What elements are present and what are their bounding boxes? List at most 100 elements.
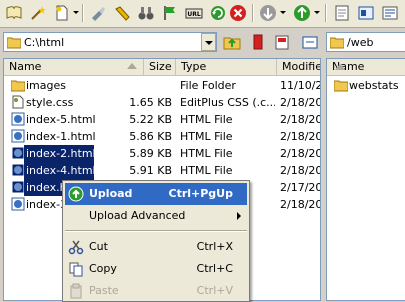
folder-icon	[334, 80, 348, 92]
html-file-icon	[11, 197, 25, 211]
book-icon[interactable]	[4, 3, 24, 23]
paste-icon	[70, 283, 82, 299]
new-file-icon[interactable]	[52, 3, 72, 23]
file-size: 5.86 KB	[129, 130, 172, 143]
file-size: 5.22 KB	[129, 113, 172, 126]
file-name: index-1.html	[26, 130, 96, 143]
html-file-icon	[11, 163, 25, 177]
file-name: index-4.html	[24, 162, 94, 179]
file-modified: 2/18/20	[280, 130, 320, 143]
menu-item-shortcut: Ctrl+V	[196, 284, 233, 297]
file-row[interactable]: index-2.html 5.89 KB HTML File 2/18/20	[4, 145, 320, 162]
remote-path-input[interactable]: /web	[326, 32, 405, 52]
menu-item-label: Upload	[89, 187, 133, 200]
delete-icon[interactable]	[248, 32, 268, 52]
menu-item-paste[interactable]: Paste Ctrl+V	[65, 280, 247, 302]
menu-item-shortcut: Ctrl+PgUp	[168, 187, 234, 200]
wand-icon[interactable]	[28, 3, 48, 23]
file-type: HTML File	[180, 113, 233, 126]
edit-icon[interactable]	[112, 3, 132, 23]
file-row[interactable]: index-4.html 5.91 KB HTML File 2/18/20	[4, 162, 320, 179]
html-file-icon	[11, 112, 25, 126]
file-name: index-5.html	[26, 113, 96, 126]
file-modified: 2/18/20	[280, 147, 320, 160]
menu-item-label: Copy	[89, 262, 117, 275]
column-header-name[interactable]: Name	[4, 59, 144, 76]
file-name: index-2.html	[24, 145, 94, 162]
file-name: style.css	[26, 96, 74, 109]
file-modified: 2/17/20	[280, 181, 320, 194]
file-modified: 2/18/20	[280, 164, 320, 177]
sync-icon[interactable]	[300, 32, 320, 52]
menu-item-upload[interactable]: Upload Ctrl+PgUp	[65, 183, 247, 205]
file-size: 5.89 KB	[129, 147, 172, 160]
file-type: HTML File	[180, 164, 233, 177]
file-size: 1.65 KB	[129, 96, 172, 109]
up-folder-icon[interactable]	[222, 32, 242, 52]
menu-item-label: Upload Advanced	[89, 209, 186, 222]
column-header-size[interactable]: Size	[144, 59, 176, 76]
file-row[interactable]: style.css 1.65 KB EditPlus CSS (.c... 2/…	[4, 94, 320, 111]
html-file-icon	[11, 129, 25, 143]
menu-item-shortcut: Ctrl+X	[196, 240, 233, 253]
file-type: HTML File	[180, 130, 233, 143]
chmod-icon[interactable]	[380, 3, 400, 23]
column-header-type[interactable]: Type	[176, 59, 277, 76]
copy-icon	[69, 262, 83, 277]
menu-item-label: Cut	[89, 240, 108, 253]
remote-file-name: webstats	[349, 79, 399, 92]
forward-icon[interactable]	[292, 3, 312, 23]
menu-separator	[65, 230, 247, 232]
submenu-arrow-icon	[237, 212, 241, 220]
file-modified: 11/10/2	[280, 79, 320, 92]
html-file-icon	[11, 180, 25, 194]
file-row[interactable]: images File Folder 11/10/2	[4, 77, 320, 94]
html-file-icon	[11, 146, 25, 160]
flashlight-icon[interactable]	[88, 3, 108, 23]
back-icon[interactable]	[258, 3, 278, 23]
file-row[interactable]: index-5.html 5.22 KB HTML File 2/18/20	[4, 111, 320, 128]
context-menu: Upload Ctrl+PgUp Upload Advanced Cut Ctr…	[62, 180, 250, 302]
folder-icon	[330, 37, 344, 49]
file-type: HTML File	[180, 147, 233, 160]
upload-icon	[68, 186, 84, 202]
file-modified: 2/18/20	[280, 113, 320, 126]
properties-icon[interactable]	[356, 3, 376, 23]
file-name: images	[26, 79, 66, 92]
file-size: 5.91 KB	[129, 164, 172, 177]
column-header-modified[interactable]: Modified	[277, 59, 320, 76]
bookmarks-icon[interactable]	[332, 3, 352, 23]
local-path-input[interactable]: C:\html	[3, 32, 217, 52]
sort-indicator-icon	[335, 64, 345, 70]
svg-text:URL: URL	[187, 11, 200, 18]
menu-item-label: Paste	[89, 284, 119, 297]
file-row[interactable]: index-1.html 5.86 KB HTML File 2/18/20	[4, 128, 320, 145]
folder-icon	[11, 80, 25, 92]
path-bar: C:\html /web	[0, 30, 405, 54]
flag-icon[interactable]	[160, 3, 180, 23]
stop-icon[interactable]	[228, 3, 248, 23]
sort-indicator-icon	[127, 63, 137, 69]
local-path-text: C:\html	[24, 35, 65, 49]
file-modified: 2/18/20	[280, 198, 320, 211]
remote-file-row[interactable]: webstats	[327, 77, 405, 94]
menu-item-copy[interactable]: Copy Ctrl+C	[65, 258, 247, 280]
remote-path-text: /web	[347, 35, 374, 49]
file-name: index-3	[26, 198, 68, 211]
main-toolbar: URL	[0, 0, 405, 28]
url-icon[interactable]: URL	[184, 3, 204, 23]
refresh-icon[interactable]	[208, 3, 228, 23]
binoculars-icon[interactable]	[136, 3, 156, 23]
menu-item-shortcut: Ctrl+C	[196, 262, 233, 275]
folder-icon	[7, 37, 21, 49]
menu-item-cut[interactable]: Cut Ctrl+X	[65, 236, 247, 258]
file-type: File Folder	[180, 79, 236, 92]
remote-file-list[interactable]: Name webstats	[326, 58, 405, 301]
menu-item-upload-advanced[interactable]: Upload Advanced	[65, 205, 247, 227]
local-path-dropdown[interactable]	[201, 33, 216, 51]
new-folder-icon[interactable]	[272, 32, 292, 52]
file-modified: 2/18/20	[280, 96, 320, 109]
css-file-icon	[12, 95, 24, 109]
file-type: EditPlus CSS (.c...	[180, 96, 275, 109]
scissors-icon	[68, 240, 84, 255]
